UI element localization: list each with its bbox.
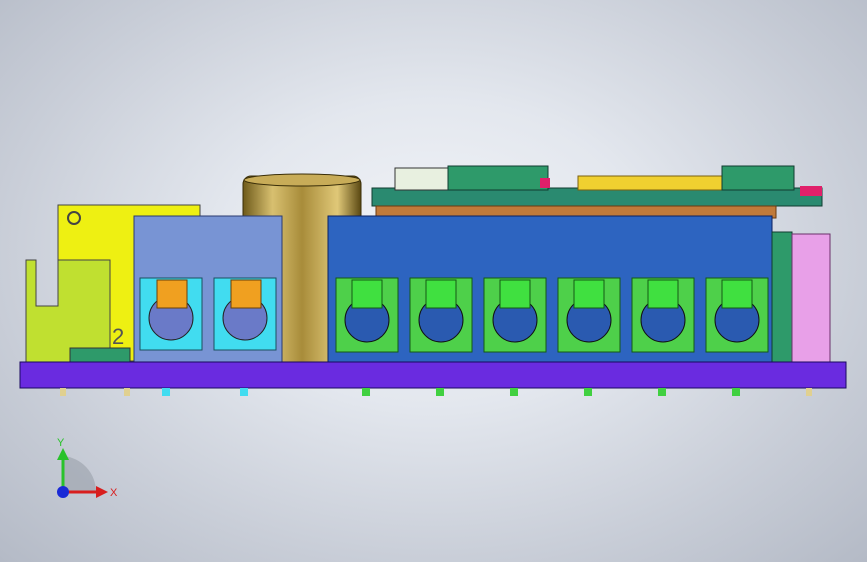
main-board[interactable] bbox=[19, 361, 847, 389]
small-terminal-clamp[interactable] bbox=[213, 277, 277, 351]
model-label: 2 bbox=[112, 324, 124, 349]
board-pins bbox=[60, 388, 812, 396]
x-axis-label: X bbox=[110, 487, 118, 499]
axis-triad: Y X bbox=[57, 437, 118, 499]
terminal-clamp[interactable] bbox=[631, 277, 695, 353]
small-terminal-clamp[interactable] bbox=[139, 277, 203, 351]
terminal-clamp[interactable] bbox=[335, 277, 399, 353]
lime-bracket[interactable] bbox=[25, 259, 111, 363]
z-axis-icon bbox=[57, 486, 69, 498]
y-axis-label: Y bbox=[57, 437, 65, 449]
green-side-component[interactable] bbox=[771, 231, 793, 363]
terminal-clamp[interactable] bbox=[483, 277, 547, 353]
large-terminal-block[interactable] bbox=[327, 215, 773, 365]
triad-arc-icon bbox=[63, 456, 97, 492]
small-green-chip[interactable] bbox=[69, 347, 131, 363]
top-pcb-assembly[interactable] bbox=[371, 165, 823, 219]
pink-component[interactable] bbox=[791, 233, 831, 363]
terminal-clamp[interactable] bbox=[409, 277, 473, 353]
small-terminal-block[interactable] bbox=[133, 215, 283, 365]
model-viewport[interactable]: 2 bbox=[0, 0, 867, 562]
terminal-clamp[interactable] bbox=[557, 277, 621, 353]
terminal-clamp[interactable] bbox=[705, 277, 769, 353]
